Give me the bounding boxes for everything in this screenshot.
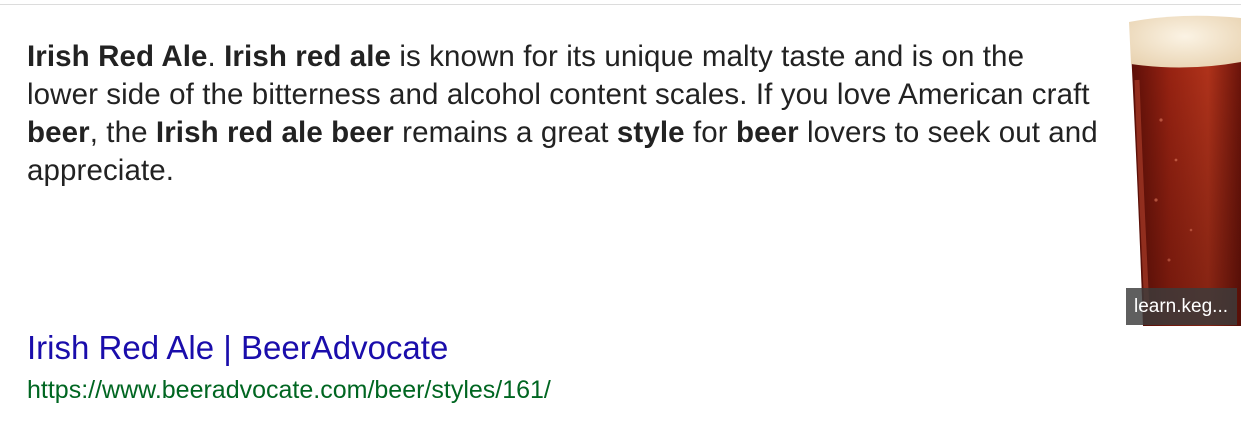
snippet-run: Irish Red Ale xyxy=(27,40,208,73)
result-title-link[interactable]: Irish Red Ale | BeerAdvocate xyxy=(27,328,448,368)
result-url: https://www.beeradvocate.com/beer/styles… xyxy=(27,376,551,404)
featured-snippet-card: Irish Red Ale. Irish red ale is known fo… xyxy=(0,0,1241,435)
snippet-run: Irish red ale xyxy=(224,40,392,73)
snippet-run: Irish red ale beer xyxy=(155,116,394,149)
snippet-run: style xyxy=(616,116,685,149)
snippet-run: remains a great xyxy=(393,116,617,149)
snippet-text: Irish Red Ale. Irish red ale is known fo… xyxy=(27,38,1102,190)
card-top-border xyxy=(0,4,1241,5)
beer-glass-icon xyxy=(1129,15,1241,326)
snippet-run: for xyxy=(684,116,736,149)
snippet-run: beer xyxy=(27,116,90,149)
beer-glass-image[interactable] xyxy=(1121,10,1241,326)
image-source-label[interactable]: learn.keg... xyxy=(1126,288,1237,325)
snippet-run: , the xyxy=(89,116,156,149)
snippet-run: . xyxy=(207,40,225,73)
snippet-run: beer xyxy=(735,116,799,149)
